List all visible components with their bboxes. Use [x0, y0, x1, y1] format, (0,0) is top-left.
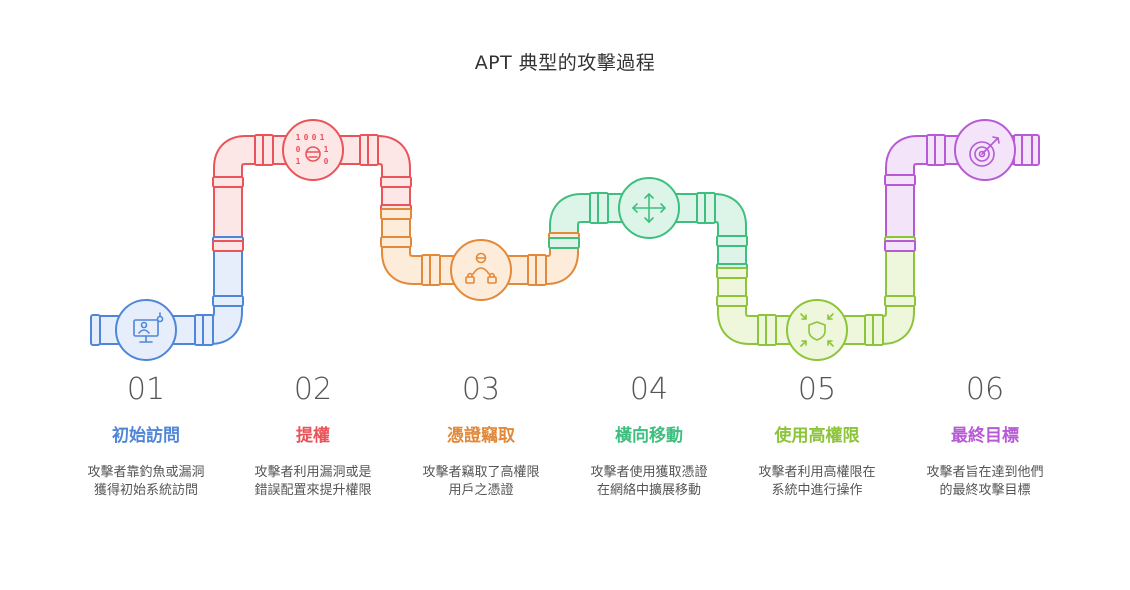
- step-description: 攻擊者利用高權限在 系統中進行操作: [758, 465, 876, 498]
- pipe-flange: [716, 295, 748, 307]
- step-label: 最終目標: [951, 426, 1019, 446]
- pipe-flange: [934, 134, 946, 166]
- step-6: 06 最終目標 攻擊者旨在達到他們 的最終攻擊目標: [901, 370, 1069, 500]
- pipe-flange: [548, 237, 580, 249]
- step-number: 04: [629, 372, 669, 407]
- pipe-flange: [716, 235, 748, 247]
- step-description: 攻擊者利用漏洞或是 錯誤配置來提升權限: [254, 465, 372, 498]
- pipe-flange: [535, 254, 547, 286]
- privilege-escalation-node: [282, 119, 344, 181]
- step-number: 02: [293, 372, 333, 407]
- credential-theft-node: [450, 239, 512, 301]
- privileged-use-node: [786, 299, 848, 361]
- step-label: 初始訪問: [112, 426, 180, 446]
- pipe-flange: [212, 295, 244, 307]
- pipe-flange: [380, 176, 412, 188]
- pipe-flange: [380, 236, 412, 248]
- pipe-flange: [597, 192, 609, 224]
- page-title: APT 典型的攻擊過程: [474, 52, 656, 74]
- step-1: 01 初始訪問 攻擊者靠釣魚或漏洞 獲得初始系統訪問: [62, 370, 230, 500]
- step-description: 攻擊者靠釣魚或漏洞 獲得初始系統訪問: [87, 465, 205, 498]
- pipe-flange: [429, 254, 441, 286]
- pipe-flange: [872, 314, 884, 346]
- binary-digit: 1: [296, 133, 301, 142]
- binary-digit: 0: [304, 133, 309, 142]
- step-number: 03: [461, 372, 501, 407]
- step-label: 提權: [296, 426, 330, 446]
- step-label: 憑證竊取: [447, 426, 515, 446]
- pipe-flange: [765, 314, 777, 346]
- pipe-flange: [884, 295, 916, 307]
- step-description: 攻擊者旨在達到他們 的最終攻擊目標: [926, 465, 1044, 498]
- pipe-flange: [716, 267, 748, 279]
- pipe-flange: [704, 192, 716, 224]
- binary-digit: 0: [324, 157, 329, 166]
- step-4: 04 橫向移動 攻擊者使用獲取憑證 在網絡中擴展移動: [565, 370, 733, 500]
- step-2: 02 提權 攻擊者利用漏洞或是 錯誤配置來提升權限: [229, 370, 397, 500]
- step-description: 攻擊者竊取了高權限 用戶之憑證: [422, 465, 540, 498]
- binary-digit: 1: [296, 157, 301, 166]
- binary-digit: 1: [320, 133, 325, 142]
- pipe-flange: [212, 240, 244, 252]
- pipe-flange: [202, 314, 214, 346]
- step-3: 03 憑證竊取 攻擊者竊取了高權限 用戶之憑證: [397, 370, 565, 500]
- binary-digit: 1: [324, 145, 329, 154]
- pipe-end-cap: [90, 314, 101, 346]
- pipe-flange: [884, 240, 916, 252]
- step-description: 攻擊者使用獲取憑證 在網絡中擴展移動: [590, 465, 708, 498]
- binary-digit: 0: [296, 145, 301, 154]
- pipe-flange: [884, 174, 916, 186]
- step-label: 使用高權限: [774, 426, 860, 446]
- step-number: 06: [965, 372, 1005, 407]
- step-5: 05 使用高權限 攻擊者利用高權限在 系統中進行操作: [733, 370, 901, 500]
- pipeline-diagram: 1 0 0 10 11 0: [90, 119, 1040, 361]
- binary-digit: 0: [312, 133, 317, 142]
- step-number: 01: [126, 372, 166, 407]
- pipeline-pipes: [90, 134, 1040, 346]
- pipe-flange: [262, 134, 274, 166]
- pipe-flange: [367, 134, 379, 166]
- step-label: 橫向移動: [615, 426, 683, 446]
- pipe-flange: [380, 208, 412, 220]
- pipe-flange: [212, 176, 244, 188]
- step-number: 05: [797, 372, 837, 407]
- pipe-flange: [1021, 134, 1033, 166]
